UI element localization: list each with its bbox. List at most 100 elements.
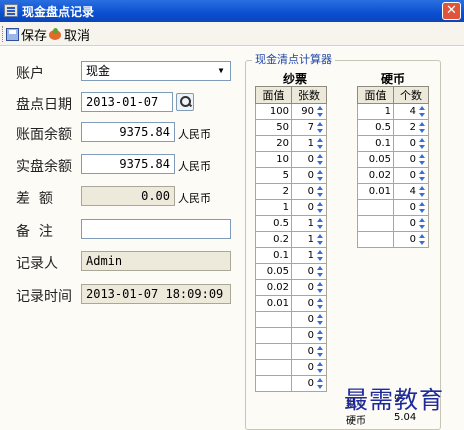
spin-arrows-icon[interactable] — [316, 121, 325, 134]
coins-count-cell[interactable]: 4 — [393, 183, 429, 200]
coins-denomination-cell[interactable]: 0.5 — [357, 119, 394, 136]
coins-denomination-cell[interactable] — [357, 231, 394, 248]
spin-arrows-icon[interactable] — [316, 185, 325, 198]
notes-denomination-cell[interactable]: 50 — [255, 119, 292, 136]
spin-arrows-icon[interactable] — [418, 217, 427, 230]
notes-denomination-cell[interactable] — [255, 359, 292, 376]
coins-header-denomination: 面值 — [357, 86, 394, 104]
coins-denomination-cell[interactable]: 1 — [357, 103, 394, 120]
notes-count-cell[interactable]: 1 — [291, 247, 327, 264]
spin-arrows-icon[interactable] — [316, 345, 325, 358]
spin-arrows-icon[interactable] — [316, 233, 325, 246]
notes-count-cell[interactable]: 0 — [291, 199, 327, 216]
spin-arrows-icon[interactable] — [316, 217, 325, 230]
notes-count-cell[interactable]: 1 — [291, 135, 327, 152]
notes-count-cell[interactable]: 0 — [291, 375, 327, 392]
notes-count-cell[interactable]: 0 — [291, 343, 327, 360]
spin-arrows-icon[interactable] — [418, 169, 427, 182]
notes-denomination-cell[interactable]: 0.01 — [255, 295, 292, 312]
notes-denomination-cell[interactable] — [255, 343, 292, 360]
spin-arrows-icon[interactable] — [316, 137, 325, 150]
coins-denomination-cell[interactable]: 0.1 — [357, 135, 394, 152]
spin-arrows-icon[interactable] — [418, 233, 427, 246]
title-bar: 现金盘点记录 ✕ — [0, 0, 464, 22]
spin-arrows-icon[interactable] — [316, 313, 325, 326]
spin-arrows-icon[interactable] — [316, 297, 325, 310]
coins-denomination-cell[interactable] — [357, 199, 394, 216]
coins-count-value: 0 — [409, 170, 416, 181]
spin-arrows-icon[interactable] — [418, 185, 427, 198]
spin-arrows-icon[interactable] — [418, 153, 427, 166]
spin-arrows-icon[interactable] — [316, 361, 325, 374]
book-balance-field[interactable]: 9375.84 — [81, 122, 175, 142]
notes-count-cell[interactable]: 0 — [291, 359, 327, 376]
notes-count-cell[interactable]: 0 — [291, 295, 327, 312]
coins-count-cell[interactable]: 0 — [393, 231, 429, 248]
coins-denomination-cell[interactable] — [357, 215, 394, 232]
spin-arrows-icon[interactable] — [418, 137, 427, 150]
search-icon[interactable] — [176, 93, 194, 111]
notes-count-cell[interactable]: 1 — [291, 215, 327, 232]
spin-arrows-icon[interactable] — [418, 201, 427, 214]
coins-count-cell[interactable]: 0 — [393, 215, 429, 232]
notes-denomination-cell[interactable]: 5 — [255, 167, 292, 184]
spin-arrows-icon[interactable] — [418, 121, 427, 134]
spin-arrows-icon[interactable] — [316, 169, 325, 182]
notes-denomination-cell[interactable]: 0.5 — [255, 215, 292, 232]
remark-field[interactable] — [81, 219, 231, 239]
notes-denomination-cell[interactable] — [255, 327, 292, 344]
notes-count-cell[interactable]: 0 — [291, 311, 327, 328]
notes-denomination-cell[interactable] — [255, 375, 292, 392]
spin-arrows-icon[interactable] — [316, 281, 325, 294]
coins-count-cell[interactable]: 2 — [393, 119, 429, 136]
notes-denomination-cell[interactable]: 0.05 — [255, 263, 292, 280]
spin-arrows-icon[interactable] — [316, 105, 325, 118]
notes-denomination-cell[interactable]: 1 — [255, 199, 292, 216]
notes-denomination-cell[interactable]: 0.1 — [255, 247, 292, 264]
coins-denomination-cell[interactable]: 0.05 — [357, 151, 394, 168]
notes-count-cell[interactable]: 0 — [291, 279, 327, 296]
account-label: 账户 — [16, 66, 44, 82]
notes-count-cell[interactable]: 90 — [291, 103, 327, 120]
close-button[interactable]: ✕ — [442, 2, 461, 20]
notes-denomination-cell[interactable]: 2 — [255, 183, 292, 200]
spin-arrows-icon[interactable] — [418, 105, 427, 118]
coins-row: 0 — [357, 231, 429, 248]
notes-count-cell[interactable]: 0 — [291, 327, 327, 344]
notes-denomination-cell[interactable]: 0.02 — [255, 279, 292, 296]
spin-arrows-icon[interactable] — [316, 201, 325, 214]
notes-count-cell[interactable]: 0 — [291, 167, 327, 184]
spin-arrows-icon[interactable] — [316, 249, 325, 262]
spin-arrows-icon[interactable] — [316, 153, 325, 166]
notes-count-cell[interactable]: 0 — [291, 263, 327, 280]
notes-count-cell[interactable]: 0 — [291, 151, 327, 168]
difference-field: 0.00 — [81, 186, 175, 206]
notes-row: 0 — [255, 343, 327, 360]
coins-denomination-cell[interactable]: 0.02 — [357, 167, 394, 184]
notes-denomination-cell[interactable] — [255, 311, 292, 328]
notes-denomination-cell[interactable]: 20 — [255, 135, 292, 152]
spin-arrows-icon[interactable] — [316, 265, 325, 278]
coins-count-cell[interactable]: 0 — [393, 135, 429, 152]
notes-denomination-cell[interactable]: 100 — [255, 103, 292, 120]
notes-count-cell[interactable]: 0 — [291, 183, 327, 200]
count-date-field[interactable]: 2013-01-07 — [81, 92, 173, 112]
notes-row: 0.5 1 — [255, 215, 327, 232]
notes-denomination-cell[interactable]: 0.2 — [255, 231, 292, 248]
cancel-button[interactable]: 取消 — [48, 25, 90, 44]
chevron-down-icon[interactable]: ▼ — [214, 64, 228, 78]
coins-count-cell[interactable]: 4 — [393, 103, 429, 120]
notes-count-cell[interactable]: 1 — [291, 231, 327, 248]
coins-count-cell[interactable]: 0 — [393, 199, 429, 216]
spin-arrows-icon[interactable] — [316, 329, 325, 342]
actual-balance-unit: 人民币 — [178, 160, 211, 173]
notes-count-cell[interactable]: 7 — [291, 119, 327, 136]
coins-count-cell[interactable]: 0 — [393, 151, 429, 168]
coins-count-cell[interactable]: 0 — [393, 167, 429, 184]
account-select[interactable]: 现金 ▼ — [81, 61, 231, 81]
notes-denomination-cell[interactable]: 10 — [255, 151, 292, 168]
coins-denomination-cell[interactable]: 0.01 — [357, 183, 394, 200]
actual-balance-field[interactable]: 9375.84 — [81, 154, 175, 174]
save-button[interactable]: 保存 — [6, 25, 47, 44]
spin-arrows-icon[interactable] — [316, 377, 325, 390]
